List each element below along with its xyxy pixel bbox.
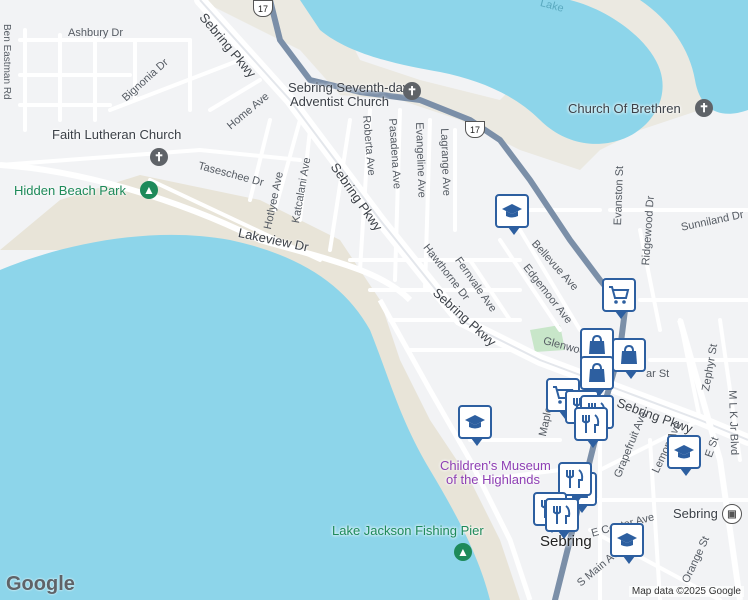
adventist-church-label-2[interactable]: Adventist Church xyxy=(290,94,389,109)
street-label-ben-eastman: Ben Eastman Rd xyxy=(1,24,12,100)
school-icon[interactable] xyxy=(458,405,492,446)
shopping-bag-icon[interactable] xyxy=(580,356,614,397)
street-label-mlk: M L K Jr Blvd xyxy=(726,390,741,456)
restaurant-icon[interactable] xyxy=(574,407,608,448)
route-17-shield-mid: 17 xyxy=(465,121,485,138)
route-17-shield-top: 17 xyxy=(253,0,273,17)
train-icon[interactable]: ▣ xyxy=(722,504,742,524)
school-icon[interactable] xyxy=(495,194,529,235)
school-icon[interactable] xyxy=(667,435,701,476)
school-icon[interactable] xyxy=(610,523,644,564)
childrens-museum-label-2[interactable]: of the Highlands xyxy=(446,472,540,487)
church-icon[interactable]: ✝ xyxy=(403,82,421,100)
google-logo: Google xyxy=(6,573,75,595)
church-icon[interactable]: ✝ xyxy=(695,99,713,117)
shopping-cart-icon[interactable] xyxy=(602,278,636,319)
street-label-evanston: Evanston St xyxy=(612,165,627,226)
sebring-station-label[interactable]: Sebring xyxy=(673,506,718,521)
adventist-church-label[interactable]: Sebring Seventh-day xyxy=(288,80,409,95)
shopping-bag-icon[interactable] xyxy=(612,338,646,379)
park-icon[interactable]: ▲ xyxy=(454,543,472,561)
church-icon[interactable]: ✝ xyxy=(150,148,168,166)
hidden-beach-park-label[interactable]: Hidden Beach Park xyxy=(14,183,126,198)
park-icon[interactable]: ▲ xyxy=(140,181,158,199)
street-label-ar-st: ar St xyxy=(646,368,670,380)
map-attribution[interactable]: Map data ©2025 Google xyxy=(628,586,744,597)
restaurant-icon[interactable] xyxy=(558,462,592,503)
childrens-museum-label[interactable]: Children's Museum xyxy=(440,458,551,473)
street-label-ashbury: Ashbury Dr xyxy=(68,27,124,39)
lutheran-church-label[interactable]: Faith Lutheran Church xyxy=(52,127,181,142)
restaurant-icon[interactable] xyxy=(545,498,579,539)
fishing-pier-label[interactable]: Lake Jackson Fishing Pier xyxy=(332,523,484,538)
street-label-lagrange: Lagrange Ave xyxy=(438,128,453,197)
brethren-church-label[interactable]: Church Of Brethren xyxy=(568,101,681,116)
